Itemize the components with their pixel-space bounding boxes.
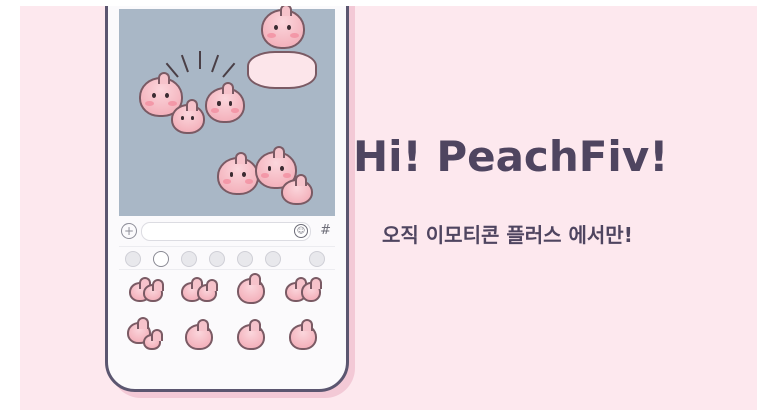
sticker-item[interactable] — [125, 317, 165, 352]
peach-sticker — [171, 99, 205, 134]
message-input[interactable] — [141, 222, 311, 241]
action-line — [199, 51, 201, 69]
action-line — [222, 62, 236, 78]
sticker-grid — [119, 272, 335, 372]
emoji-icon[interactable]: ☺ — [294, 224, 308, 238]
peach-sticker — [281, 174, 313, 205]
sticker-item[interactable] — [229, 318, 269, 352]
sticker-item[interactable] — [281, 318, 321, 352]
peach-sticker — [205, 82, 245, 123]
peach-sticker — [261, 6, 305, 49]
input-bar: + ☺ # — [119, 222, 335, 242]
sticker-item[interactable] — [229, 272, 269, 306]
sticker-item[interactable] — [177, 318, 217, 352]
action-line — [180, 54, 189, 73]
plus-icon[interactable]: + — [121, 223, 137, 239]
sticker-pack-tab[interactable] — [265, 251, 281, 267]
peach-sticker — [217, 152, 259, 195]
recent-icon[interactable] — [125, 251, 141, 267]
sticker-item[interactable] — [281, 272, 322, 306]
sticker-tab-bar — [119, 246, 335, 270]
chat-bubble-icon[interactable] — [153, 251, 169, 267]
sticker-cloud — [247, 51, 317, 89]
promo-banner: + ☺ # Hi! PeachFiv! 오직 이모티콘 플러스 에서만! — [20, 6, 757, 410]
sticker-pack-tab[interactable] — [209, 251, 225, 267]
chat-area — [119, 6, 335, 216]
action-line — [211, 54, 220, 73]
phone-mockup: + ☺ # — [105, 6, 349, 392]
hash-icon[interactable]: # — [320, 222, 331, 239]
store-icon[interactable] — [309, 251, 325, 267]
sticker-item[interactable] — [125, 272, 165, 306]
banner-subtitle: 오직 이모티콘 플러스 에서만! — [382, 223, 633, 247]
sticker-pack-tab[interactable] — [181, 251, 197, 267]
sticker-item[interactable] — [177, 272, 218, 306]
sticker-pack-tab[interactable] — [237, 251, 253, 267]
banner-title: Hi! PeachFiv! — [353, 132, 669, 181]
